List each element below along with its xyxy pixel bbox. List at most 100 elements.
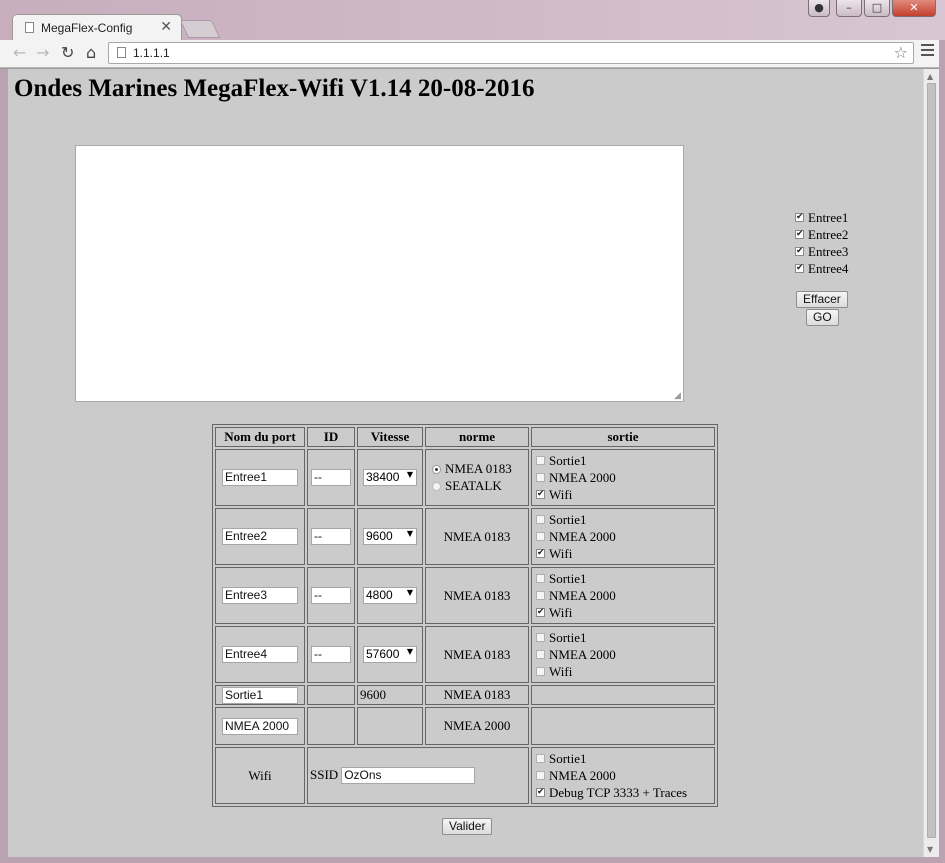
back-arrow-icon[interactable]: ← (13, 43, 26, 63)
port-name-cell: Entree1 (215, 449, 305, 506)
browser-tab[interactable]: MegaFlex-Config ✕ (12, 14, 182, 40)
close-window-button[interactable]: ✕ (892, 0, 936, 17)
checkbox-unchecked[interactable] (536, 650, 545, 659)
output-option[interactable]: Sortie1 (536, 452, 710, 469)
checkbox-checked[interactable]: ✔ (536, 608, 545, 617)
menu-icon[interactable] (921, 44, 934, 59)
norm-text: NMEA 0183 (443, 687, 511, 702)
bookmark-star-icon[interactable]: ☆ (894, 43, 908, 63)
port-name-input[interactable]: Sortie1 (222, 686, 298, 704)
id-input[interactable]: -- (311, 469, 351, 487)
checkbox-label: NMEA 2000 (549, 646, 616, 662)
entry-filter-3[interactable]: ✔ Entree3 (795, 243, 875, 260)
checkbox-checked[interactable]: ✔ (795, 213, 804, 222)
radio-selected[interactable] (432, 464, 441, 474)
checkbox-checked[interactable]: ✔ (795, 247, 804, 256)
address-bar[interactable]: 1.1.1.1 ☆ (108, 42, 914, 64)
scroll-down-icon[interactable]: ▼ (927, 845, 933, 854)
submit-button[interactable]: Valider (442, 818, 493, 835)
checkbox-checked[interactable]: ✔ (536, 788, 545, 797)
id-input[interactable]: -- (311, 646, 351, 664)
scroll-up-icon[interactable]: ▲ (927, 72, 933, 81)
table-header-row: Nom du port ID Vitesse norme sortie (215, 427, 715, 447)
id-input[interactable]: -- (311, 528, 351, 546)
checkbox-unchecked[interactable] (536, 473, 545, 482)
checkbox-checked[interactable]: ✔ (795, 230, 804, 239)
checkbox-unchecked[interactable] (536, 574, 545, 583)
user-icon[interactable]: ● (808, 0, 830, 17)
speed-value: 4800 (366, 588, 393, 603)
speed-select[interactable]: 38400 ▼ (363, 469, 417, 487)
wifi-output-option[interactable]: Sortie1 (536, 750, 710, 767)
speed-text: 9600 (360, 687, 386, 702)
maximize-button[interactable]: □ (864, 0, 890, 17)
checkbox-unchecked[interactable] (536, 633, 545, 642)
norm-cell: NMEA 0183 (425, 508, 529, 565)
minimize-button[interactable]: – (836, 0, 862, 17)
checkbox-checked[interactable]: ✔ (795, 264, 804, 273)
checkbox-unchecked[interactable] (536, 754, 545, 763)
url-text[interactable]: 1.1.1.1 (133, 46, 170, 60)
speed-select[interactable]: 9600 ▼ (363, 528, 417, 546)
checkbox-unchecked[interactable] (536, 771, 545, 780)
output-option[interactable]: ✔ Wifi (536, 604, 710, 621)
wifi-output-option[interactable]: NMEA 2000 (536, 767, 710, 784)
vertical-scrollbar[interactable]: ▲ ▼ (923, 69, 939, 857)
entry-filter-4[interactable]: ✔ Entree4 (795, 260, 875, 277)
port-name-cell: Entree3 (215, 567, 305, 624)
chevron-down-icon: ▼ (406, 470, 413, 480)
output-option[interactable]: Sortie1 (536, 629, 710, 646)
radio-unselected[interactable] (432, 481, 441, 491)
scrollbar-thumb[interactable] (927, 83, 936, 838)
speed-cell: 9600 ▼ (357, 508, 423, 565)
output-option[interactable]: Wifi (536, 663, 710, 680)
page-content: Ondes Marines MegaFlex-Wifi V1.14 20-08-… (8, 69, 923, 857)
checkbox-label: Entree4 (808, 260, 849, 276)
table-row-sortie1: Sortie1 9600 NMEA 0183 (215, 685, 715, 705)
output-option[interactable]: NMEA 2000 (536, 469, 710, 486)
output-option[interactable]: Sortie1 (536, 511, 710, 528)
wifi-output-option[interactable]: ✔ Debug TCP 3333 + Traces (536, 784, 710, 801)
checkbox-unchecked[interactable] (536, 667, 545, 676)
speed-select[interactable]: 57600 ▼ (363, 646, 417, 664)
checkbox-label: Wifi (549, 545, 573, 561)
output-option[interactable]: NMEA 2000 (536, 587, 710, 604)
clear-button[interactable]: Effacer (796, 291, 848, 308)
output-option[interactable]: Sortie1 (536, 570, 710, 587)
output-option[interactable]: NMEA 2000 (536, 646, 710, 663)
port-name-input[interactable]: Entree2 (222, 528, 298, 546)
chevron-down-icon: ▼ (406, 529, 413, 539)
port-name-input[interactable]: Entree1 (222, 469, 298, 487)
output-option[interactable]: ✔ Wifi (536, 545, 710, 562)
norm-radio-option[interactable]: NMEA 0183 (432, 461, 526, 478)
forward-arrow-icon[interactable]: → (36, 43, 49, 63)
resize-grip-icon[interactable]: ◢ (674, 391, 681, 401)
checkbox-label: Wifi (549, 486, 573, 502)
output-option[interactable]: ✔ Wifi (536, 486, 710, 503)
go-button[interactable]: GO (806, 309, 839, 326)
port-name-input[interactable]: Entree3 (222, 587, 298, 605)
traces-textarea[interactable] (75, 145, 684, 402)
entry-filter-1[interactable]: ✔ Entree1 (795, 209, 875, 226)
checkbox-unchecked[interactable] (536, 532, 545, 541)
ssid-input[interactable]: OzOns (341, 767, 476, 785)
checkbox-unchecked[interactable] (536, 591, 545, 600)
home-icon[interactable]: ⌂ (86, 43, 96, 63)
output-cell (531, 707, 715, 745)
port-name-input[interactable]: Entree4 (222, 646, 298, 664)
id-cell: -- (307, 508, 355, 565)
reload-icon[interactable]: ↻ (61, 43, 74, 63)
checkbox-checked[interactable]: ✔ (536, 490, 545, 499)
norm-radio-option[interactable]: SEATALK (432, 478, 526, 495)
entry-filter-2[interactable]: ✔ Entree2 (795, 226, 875, 243)
port-name-input[interactable]: NMEA 2000 (222, 717, 298, 735)
speed-select[interactable]: 4800 ▼ (363, 587, 417, 605)
checkbox-checked[interactable]: ✔ (536, 549, 545, 558)
checkbox-unchecked[interactable] (536, 456, 545, 465)
norm-cell: NMEA 0183 SEATALK (425, 449, 529, 506)
output-option[interactable]: NMEA 2000 (536, 528, 710, 545)
checkbox-unchecked[interactable] (536, 515, 545, 524)
id-input[interactable]: -- (311, 587, 351, 605)
tab-close-icon[interactable]: ✕ (160, 19, 172, 35)
new-tab-button[interactable] (179, 20, 221, 38)
